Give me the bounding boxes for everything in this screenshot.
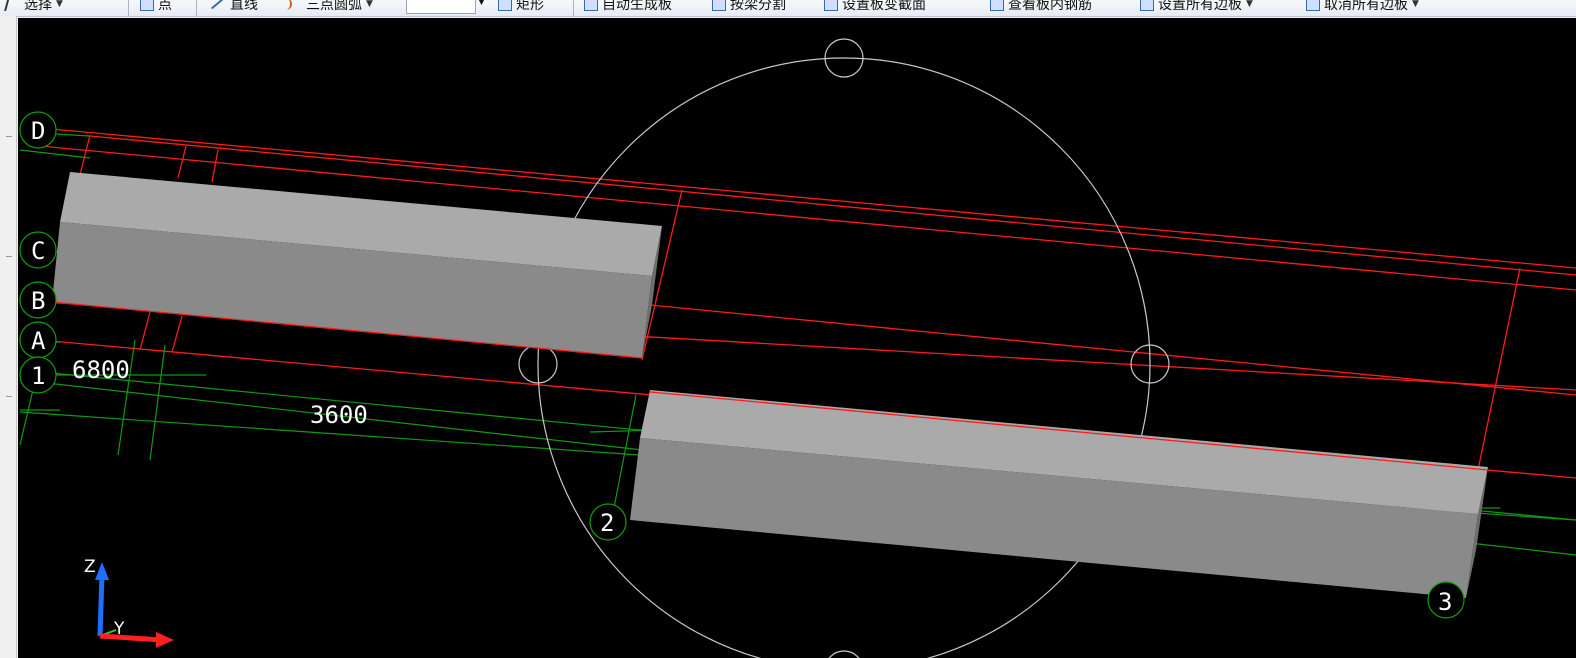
dimension-3600: 3600 (310, 401, 368, 429)
dimension-texts: 6800 3600 (72, 356, 368, 429)
dimension-6800: 6800 (72, 356, 130, 384)
axis-label-1: 1 (31, 362, 45, 390)
red-line (79, 134, 91, 176)
axis-label-2: 2 (600, 509, 614, 537)
chevron-down-icon[interactable]: ▼ (478, 0, 485, 7)
orbit-circle[interactable] (537, 57, 1151, 658)
axis-label-c: C (31, 237, 45, 265)
arc-icon (282, 0, 292, 10)
arc-tool-button[interactable]: 三点圆弧 ▼ (282, 0, 373, 14)
split-by-beam-icon (712, 0, 726, 11)
beam-solid-upper-left[interactable] (52, 172, 662, 358)
point-icon (140, 0, 154, 11)
set-edge-slab-icon (1140, 0, 1154, 11)
red-line (1477, 267, 1521, 471)
orbit-handle-bottom[interactable] (825, 650, 863, 658)
auto-slab-icon (584, 0, 598, 11)
rectangle-icon (498, 0, 512, 11)
red-line (211, 149, 219, 183)
axis-label-3: 3 (1438, 588, 1452, 616)
gutter-mark (6, 396, 12, 397)
chevron-down-icon: ▼ (56, 0, 63, 9)
beam-solid-lower-right[interactable] (630, 390, 1488, 598)
axis-label-d: D (31, 117, 45, 145)
drawing-toolbar: 选择 ▼ 点 直线 三点圆弧 ▼ ▼ 矩形 自动生成板 按梁分割 设置板变截面 … (0, 0, 1576, 17)
ucs-z-axis (97, 573, 105, 637)
point-tool-button[interactable]: 点 (140, 0, 172, 14)
chevron-down-icon: ▼ (1412, 0, 1419, 9)
ucs-x-arrowhead (156, 632, 174, 648)
ucs-z-label: Z (84, 557, 96, 577)
red-line (177, 145, 187, 179)
auto-slab-button[interactable]: 自动生成板 (584, 0, 672, 14)
ucs-y-label: Y (113, 619, 125, 639)
gutter-mark (6, 136, 12, 137)
cad-3d-viewport[interactable]: D C B A 1 2 3 6800 3600 Z Y (18, 18, 1576, 658)
split-by-beam-button[interactable]: 按梁分割 (712, 0, 786, 14)
axis-label-b: B (31, 287, 45, 315)
chevron-down-icon: ▼ (1246, 0, 1253, 9)
slab-variable-section-icon (824, 0, 838, 11)
green-line (611, 394, 637, 519)
select-tool-button[interactable]: 选择 ▼ (4, 0, 63, 14)
line-tool-button[interactable]: 直线 (210, 0, 258, 14)
red-line (139, 311, 151, 351)
arc-mode-combo[interactable] (406, 0, 476, 14)
ucs-x-axis (99, 633, 163, 643)
ucs-z-arrowhead (95, 562, 109, 580)
green-line (149, 344, 166, 461)
slab-variable-section-button[interactable]: 设置板变截面 (824, 0, 926, 14)
select-cursor-icon (4, 0, 20, 11)
cancel-edge-slab-icon (1306, 0, 1320, 11)
left-gutter (0, 16, 17, 658)
view-slab-rebar-button[interactable]: 查看板内钢筋 (990, 0, 1092, 14)
toolbar-separator (573, 0, 574, 16)
toolbar-separator (128, 0, 129, 16)
green-line (19, 149, 91, 159)
model-canvas[interactable]: D C B A 1 2 3 6800 3600 Z Y (18, 18, 1576, 658)
rectangle-tool-button[interactable]: 矩形 (498, 0, 544, 14)
set-edge-slab-button[interactable]: 设置所有边板 ▼ (1140, 0, 1253, 14)
view-slab-rebar-icon (990, 0, 1004, 11)
gutter-mark (6, 256, 12, 257)
toolbar-separator (196, 0, 197, 16)
ucs-icon: Z Y (84, 557, 174, 648)
cancel-edge-slab-button[interactable]: 取消所有边板 ▼ (1306, 0, 1419, 14)
chevron-down-icon: ▼ (366, 0, 373, 9)
axis-label-a: A (31, 327, 46, 355)
line-icon (210, 0, 224, 10)
red-line (649, 304, 1576, 396)
red-line (171, 315, 183, 353)
